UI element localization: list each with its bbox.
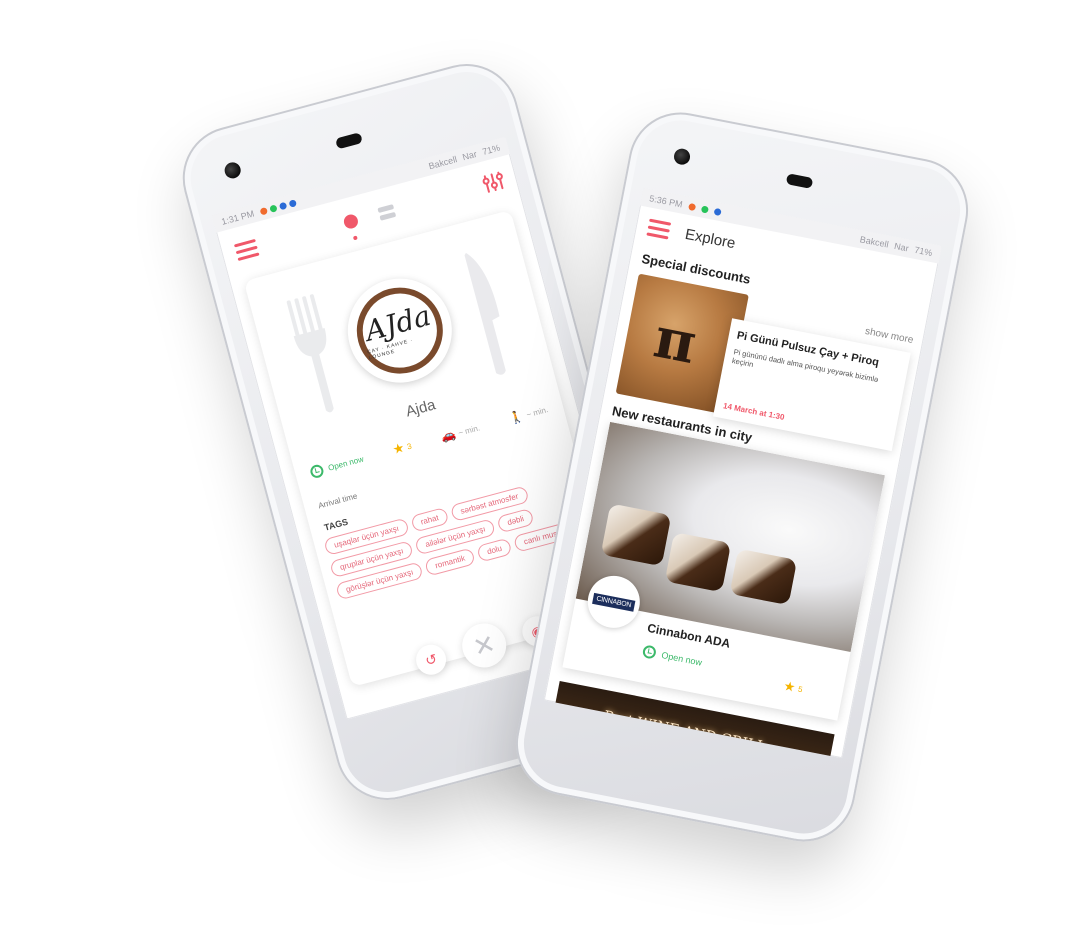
rating-value: 5 xyxy=(797,684,804,694)
open-status: Open now xyxy=(309,452,365,479)
walk-time-label: ~ min. xyxy=(525,404,549,419)
rating: ★ 5 xyxy=(782,678,804,697)
menu-icon[interactable] xyxy=(233,238,260,261)
car-time-label: ~ min. xyxy=(457,422,481,438)
dismiss-button[interactable]: ✕ xyxy=(457,618,512,673)
car-time: 🚗 ~ min. xyxy=(439,420,481,444)
battery-level: 71% xyxy=(481,142,502,157)
notification-icon xyxy=(713,207,722,216)
notification-icon xyxy=(258,206,268,216)
logo-wordmark: CINNABON xyxy=(592,592,636,612)
open-status: Open now xyxy=(641,644,703,668)
earpiece-speaker xyxy=(334,132,363,150)
right-screen: 5:36 PM Bakcell Nar 71% Explore Special … xyxy=(543,187,942,759)
fork-icon xyxy=(286,294,334,413)
walk-icon: 🚶 xyxy=(507,408,526,427)
star-icon: ★ xyxy=(782,677,797,695)
carrier-label-2: Nar xyxy=(893,240,910,254)
clock-icon xyxy=(309,462,326,479)
tags-heading: TAGS xyxy=(323,516,350,533)
restaurant-logo: AJda ÇAY · KAHVE · LOUNGE xyxy=(336,266,464,395)
card-view-icon[interactable] xyxy=(342,212,360,231)
tag-chip[interactable]: rahat xyxy=(409,506,450,533)
notification-icon xyxy=(287,198,297,208)
wine-grill-sign: Port WINE AND GRILL xyxy=(602,708,768,756)
status-time: 5:36 PM xyxy=(648,193,684,210)
carrier-label: Bakcell xyxy=(859,234,890,250)
filter-icon[interactable] xyxy=(480,169,507,196)
show-more-link[interactable]: show more xyxy=(864,326,914,346)
page-title: Explore xyxy=(683,225,737,252)
list-view-icon[interactable] xyxy=(377,203,397,221)
tag-chip[interactable]: romantik xyxy=(424,547,476,577)
carrier-label-2: Nar xyxy=(461,148,478,163)
knife-icon xyxy=(464,252,506,375)
pi-symbol-icon: π xyxy=(648,304,702,378)
battery-level: 71% xyxy=(913,244,934,259)
restaurant-card[interactable]: CINNABON Cinnabon ADA Open now ★ 5 xyxy=(562,421,885,721)
string-lights xyxy=(543,739,824,759)
arrival-time-label: Arrival time xyxy=(317,491,359,511)
view-toggle[interactable] xyxy=(342,203,397,231)
rating: ★ 3 xyxy=(391,438,414,458)
notification-icon xyxy=(278,201,287,210)
earpiece-speaker xyxy=(785,173,814,189)
walk-time: 🚶 ~ min. xyxy=(507,402,549,426)
whatsapp-icon xyxy=(700,204,709,214)
front-camera xyxy=(222,160,243,181)
right-phone: 5:36 PM Bakcell Nar 71% Explore Special … xyxy=(506,103,978,851)
rating-value: 3 xyxy=(405,441,413,451)
discount-date: 14 March at 1:30 xyxy=(722,401,786,422)
clock-icon xyxy=(641,644,658,660)
notification-icon xyxy=(687,202,696,211)
open-status-label: Open now xyxy=(327,454,365,473)
car-icon: 🚗 xyxy=(439,426,458,445)
menu-icon[interactable] xyxy=(646,218,672,240)
front-camera xyxy=(672,147,692,167)
undo-button[interactable]: ↺ xyxy=(412,641,450,679)
star-icon: ★ xyxy=(390,439,407,458)
tag-chip[interactable]: dolu xyxy=(476,537,513,563)
tag-chip[interactable]: dəbli xyxy=(496,507,535,534)
whatsapp-icon xyxy=(268,203,278,213)
open-status-label: Open now xyxy=(660,649,703,668)
